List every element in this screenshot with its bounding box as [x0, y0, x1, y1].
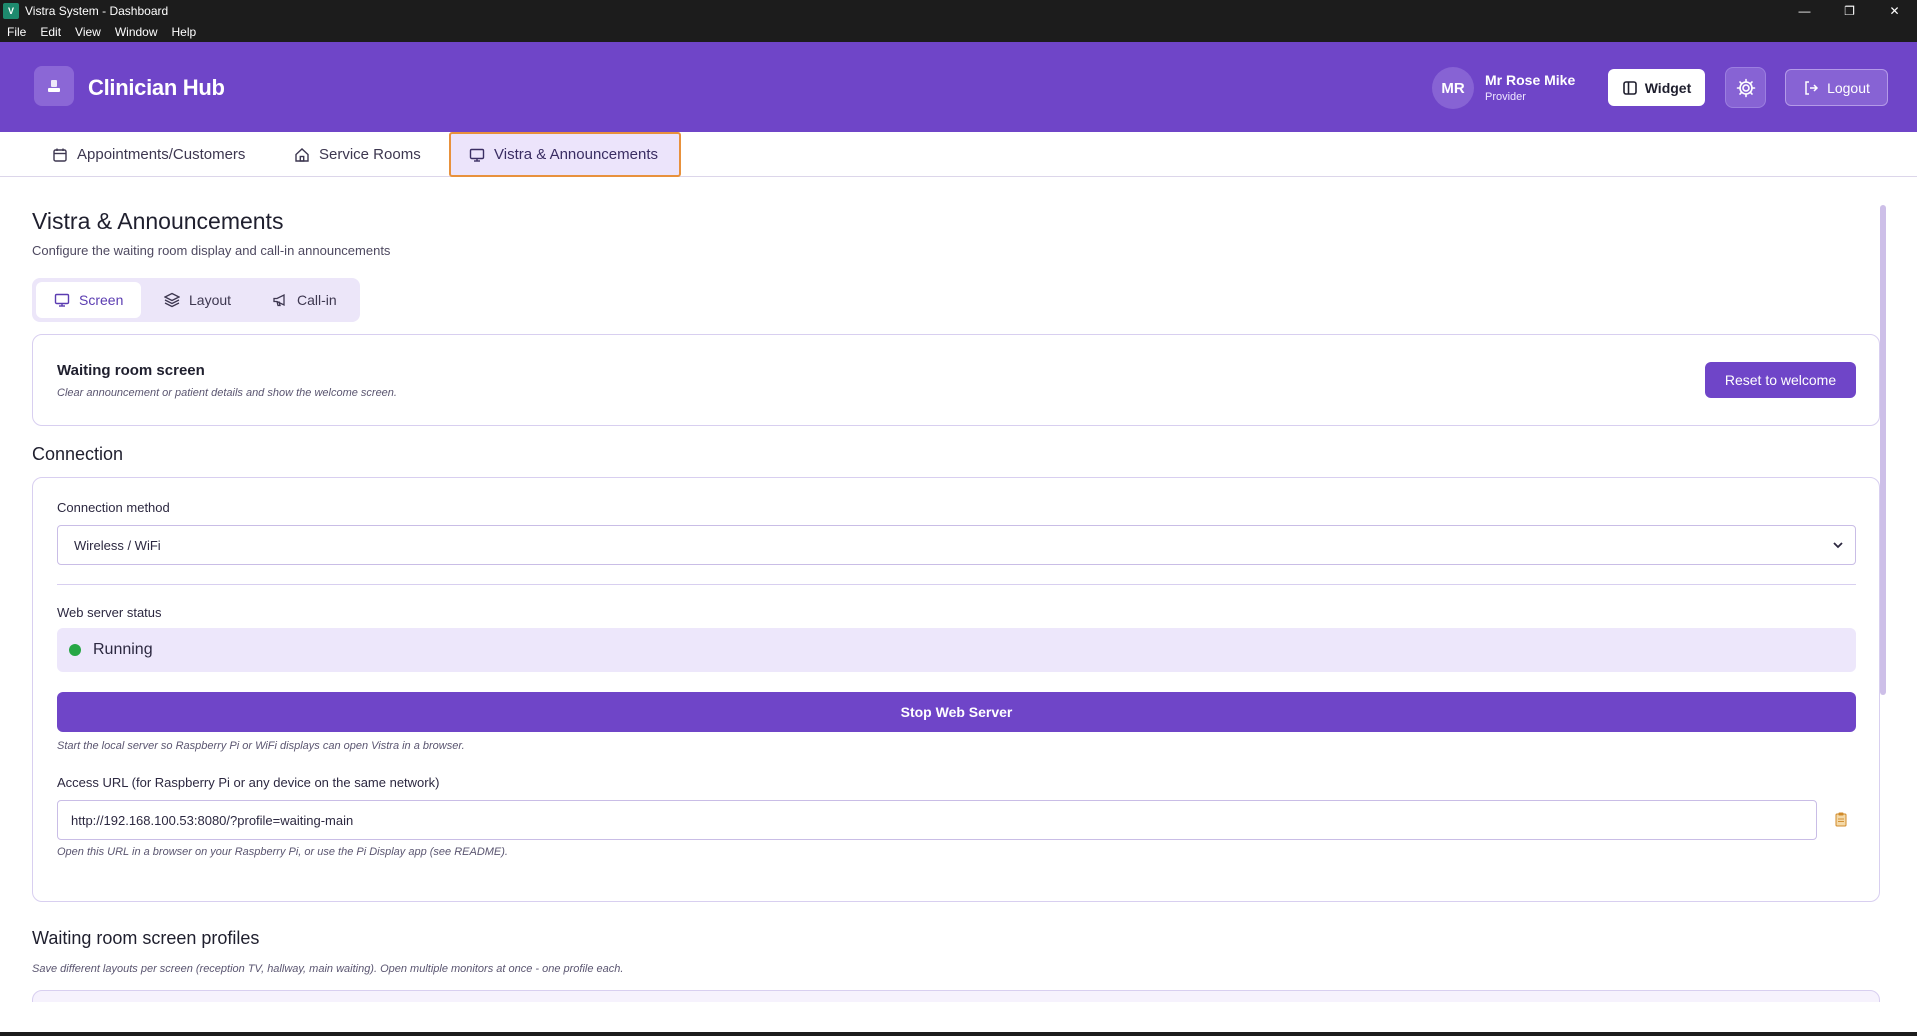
tab-label: Appointments/Customers — [77, 146, 246, 163]
widget-label: Widget — [1644, 79, 1692, 96]
window-controls: — ❐ ✕ — [1782, 0, 1917, 22]
reset-to-welcome-button[interactable]: Reset to welcome — [1705, 362, 1856, 398]
server-hint: Start the local server so Raspberry Pi o… — [57, 740, 465, 752]
tab-label: Service Rooms — [319, 146, 421, 163]
widget-button[interactable]: Widget — [1608, 69, 1705, 106]
user-name: Mr Rose Mike — [1485, 72, 1576, 88]
subtab-call-in[interactable]: Call-in — [254, 282, 355, 318]
connection-method-value: Wireless / WiFi — [74, 537, 161, 553]
menu-bar: File Edit View Window Help — [0, 22, 1917, 42]
user-role: Provider — [1485, 91, 1526, 103]
url-hint: Open this URL in a browser on your Raspb… — [57, 846, 508, 858]
window-titlebar: V Vistra System - Dashboard — ❐ ✕ — [0, 0, 1917, 22]
content-scrollbar[interactable] — [1880, 205, 1886, 695]
page-title: Vistra & Announcements — [32, 208, 284, 234]
avatar: MR — [1432, 67, 1474, 109]
logout-icon — [1805, 80, 1819, 95]
tab-vistra-announcements[interactable]: Vistra & Announcements — [449, 132, 681, 177]
access-url-value: http://192.168.100.53:8080/?profile=wait… — [71, 812, 354, 828]
card-description: Clear announcement or patient details an… — [57, 387, 397, 399]
status-indicator-icon — [69, 644, 81, 656]
menu-view[interactable]: View — [68, 25, 108, 39]
monitor-icon — [469, 148, 485, 162]
access-url-field[interactable]: http://192.168.100.53:8080/?profile=wait… — [57, 800, 1817, 840]
menu-help[interactable]: Help — [165, 25, 204, 39]
window-title: Vistra System - Dashboard — [25, 4, 169, 18]
tab-appointments[interactable]: Appointments/Customers — [34, 132, 263, 177]
tab-label: Vistra & Announcements — [494, 146, 658, 163]
main-content: Vistra & Announcements Configure the wai… — [0, 178, 1900, 1002]
logout-button[interactable]: Logout — [1785, 69, 1888, 106]
menu-file[interactable]: File — [0, 25, 33, 39]
tab-service-rooms[interactable]: Service Rooms — [276, 132, 439, 177]
logout-label: Logout — [1827, 79, 1870, 96]
brand-logo-icon — [34, 66, 74, 106]
close-icon[interactable]: ✕ — [1872, 0, 1917, 22]
megaphone-icon — [273, 293, 285, 307]
clipboard-icon[interactable] — [1834, 811, 1848, 827]
subtab-label: Screen — [79, 292, 124, 308]
chevron-down-icon — [1833, 542, 1843, 549]
subtab-label: Call-in — [297, 292, 337, 308]
home-icon — [295, 147, 309, 162]
app-icon: V — [3, 3, 19, 19]
window-bottom-border — [0, 1032, 1917, 1036]
waiting-room-screen-card: Waiting room screen Clear announcement o… — [32, 334, 1880, 426]
stop-web-server-button[interactable]: Stop Web Server — [57, 692, 1856, 732]
maximize-icon[interactable]: ❐ — [1827, 0, 1872, 22]
profiles-card — [32, 990, 1880, 1002]
sub-tabs: Screen Layout Call-in — [32, 278, 360, 322]
divider — [57, 584, 1856, 585]
brand-title: Clinician Hub — [88, 75, 225, 100]
web-server-status-label: Web server status — [57, 605, 162, 620]
connection-method-label: Connection method — [57, 500, 170, 515]
connection-method-select[interactable]: Wireless / WiFi — [57, 525, 1856, 565]
subtab-screen[interactable]: Screen — [36, 282, 142, 318]
calendar-icon — [53, 148, 67, 162]
card-title: Waiting room screen — [57, 362, 205, 379]
menu-window[interactable]: Window — [108, 25, 165, 39]
subtab-layout[interactable]: Layout — [146, 282, 249, 318]
minimize-icon[interactable]: — — [1782, 0, 1827, 22]
menu-edit[interactable]: Edit — [33, 25, 68, 39]
subtab-label: Layout — [189, 292, 232, 308]
profiles-subtitle: Save different layouts per screen (recep… — [32, 963, 624, 975]
web-server-status: Running — [57, 628, 1856, 672]
profiles-section-title: Waiting room screen profiles — [32, 928, 260, 948]
gear-icon — [1736, 78, 1755, 97]
connection-section-title: Connection — [32, 444, 124, 464]
page-subtitle: Configure the waiting room display and c… — [32, 243, 391, 258]
widget-icon — [1622, 80, 1637, 95]
main-tabs: Appointments/Customers Service Rooms Vis… — [0, 132, 1917, 177]
status-text: Running — [93, 641, 153, 658]
layers-icon — [164, 292, 180, 308]
monitor-icon — [54, 293, 70, 307]
settings-button[interactable] — [1725, 67, 1766, 108]
connection-card: Connection method Wireless / WiFi Web se… — [32, 477, 1880, 902]
app-header: Clinician Hub MR Mr Rose Mike Provider W… — [0, 42, 1917, 132]
access-url-label: Access URL (for Raspberry Pi or any devi… — [57, 775, 440, 790]
